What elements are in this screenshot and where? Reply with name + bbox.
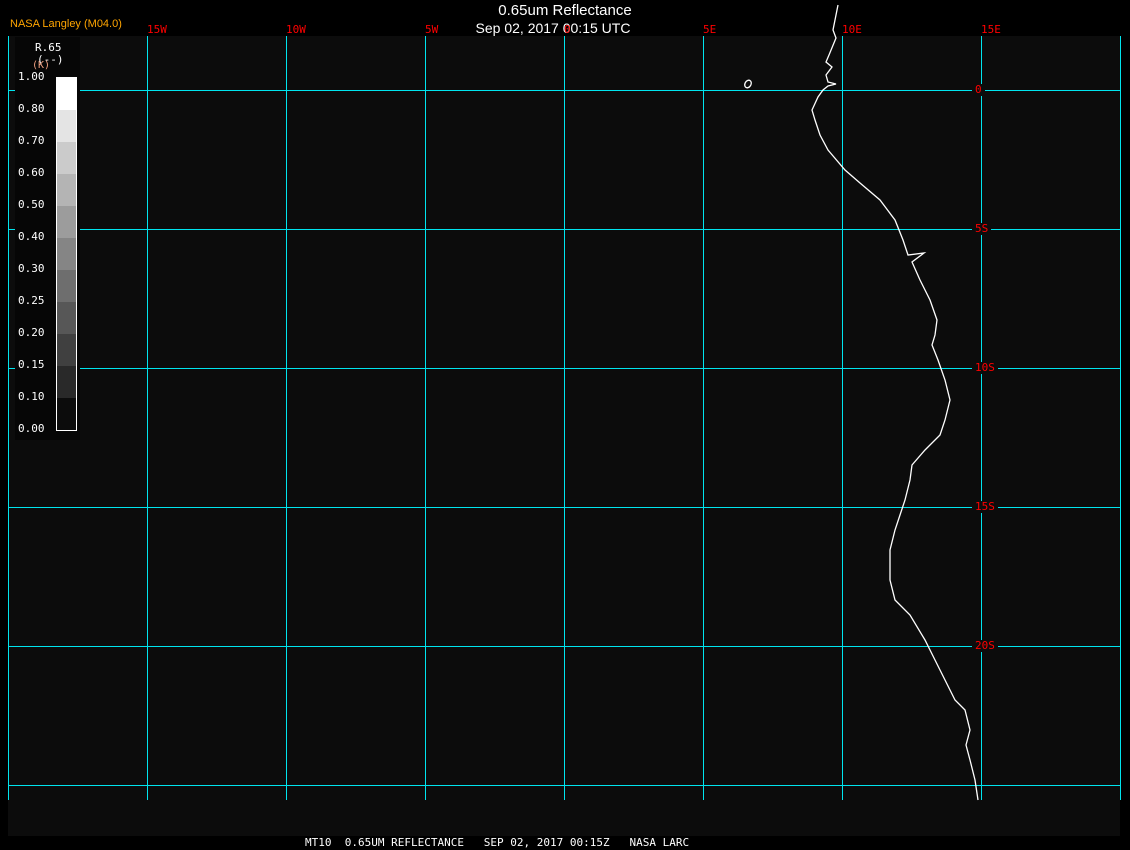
legend-value: 0.40 xyxy=(18,230,45,243)
colorbar xyxy=(56,77,77,431)
colorbar-segment xyxy=(57,270,76,302)
legend-value: 0.60 xyxy=(18,166,45,179)
lon-label: 5W xyxy=(425,23,439,36)
colorbar-legend: R.65 (--) (K) 1.00 0.80 0.70 0.60 0.50 0.40 0.… xyxy=(15,37,80,440)
colorbar-segment xyxy=(57,110,76,142)
lon-label: 5E xyxy=(703,23,717,36)
colorbar-segment xyxy=(57,398,76,430)
legend-value: 0.10 xyxy=(18,390,45,403)
legend-value: 0.80 xyxy=(18,102,45,115)
legend-value: 0.70 xyxy=(18,134,45,147)
lon-label: 0 xyxy=(564,23,571,36)
legend-value: 0.20 xyxy=(18,326,45,339)
lon-label: 15W xyxy=(147,23,167,36)
island xyxy=(744,79,752,89)
colorbar-segment xyxy=(57,206,76,238)
coastline xyxy=(811,4,979,801)
lat-label: 15S xyxy=(972,501,998,513)
lon-label: 15E xyxy=(981,23,1001,36)
colorbar-segment xyxy=(57,174,76,206)
lon-label: 10W xyxy=(286,23,306,36)
footer-caption: MT10 0.65UM REFLECTANCE SEP 02, 2017 00:… xyxy=(0,836,1130,850)
legend-value: 0.00 xyxy=(18,422,45,435)
colorbar-segment xyxy=(57,302,76,334)
lat-label: 20S xyxy=(972,640,998,652)
lat-label: 10S xyxy=(972,362,998,374)
lon-label: 10E xyxy=(842,23,862,36)
legend-value: 0.15 xyxy=(18,358,45,371)
graticule xyxy=(8,36,1121,800)
legend-value: 0.25 xyxy=(18,294,45,307)
legend-value: 1.00 xyxy=(18,70,45,83)
legend-value: 0.30 xyxy=(18,262,45,275)
footer-text: MT10 0.65UM REFLECTANCE SEP 02, 2017 00:… xyxy=(305,836,690,849)
colorbar-segment xyxy=(57,78,76,110)
colorbar-segment xyxy=(57,142,76,174)
colorbar-segment xyxy=(57,334,76,366)
map-title: 0.65um Reflectance xyxy=(498,2,632,19)
lat-label: 0 xyxy=(972,84,985,96)
map-overlay xyxy=(8,4,1121,801)
colorbar-segment xyxy=(57,366,76,398)
colorbar-segment xyxy=(57,238,76,270)
legend-value: 0.50 xyxy=(18,198,45,211)
lat-label: 5S xyxy=(972,223,992,235)
